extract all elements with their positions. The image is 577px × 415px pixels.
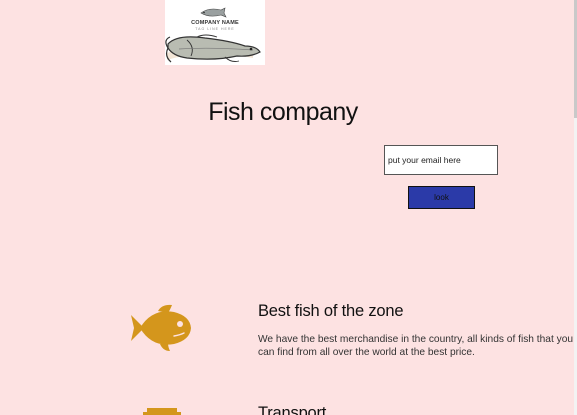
logo-fish-icon	[165, 7, 261, 63]
feature-text-best-fish: We have the best merchandise in the coun…	[258, 334, 574, 358]
page: COMPANY NAME TAG LINE HERE Fish company …	[0, 0, 577, 415]
email-field[interactable]	[384, 145, 498, 175]
fish-icon	[131, 304, 191, 351]
company-logo[interactable]: COMPANY NAME TAG LINE HERE	[165, 0, 265, 65]
feature-title-best-fish: Best fish of the zone	[258, 302, 404, 320]
logo-tagline: TAG LINE HERE	[195, 27, 235, 31]
page-title: Fish company	[208, 98, 358, 126]
feature-title-transport: Transport	[258, 404, 327, 415]
truck-icon	[143, 408, 181, 415]
logo-company-name: COMPANY NAME	[191, 20, 239, 26]
look-button[interactable]: look	[408, 186, 475, 209]
